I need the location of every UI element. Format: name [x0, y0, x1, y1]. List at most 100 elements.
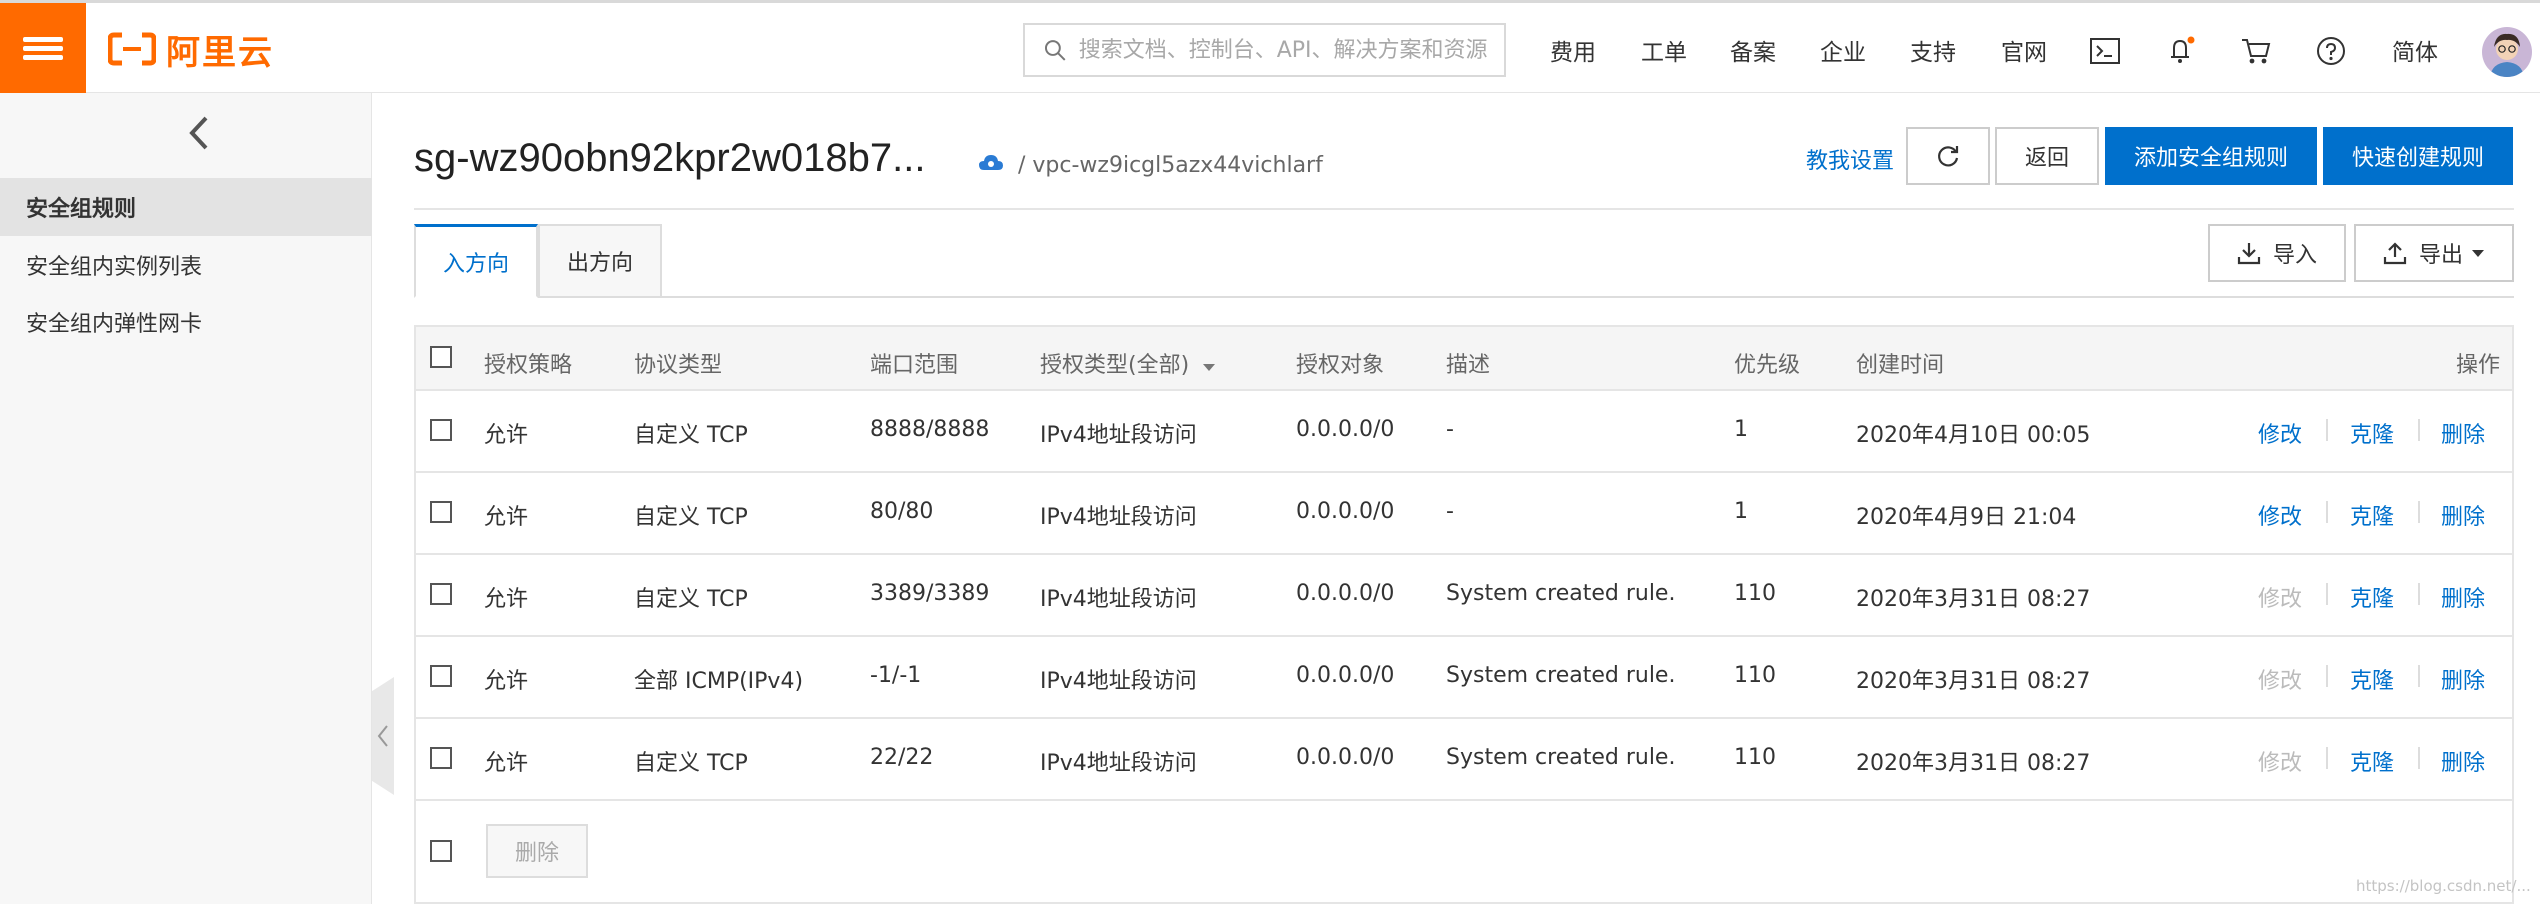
- logo-text: 阿里云: [166, 32, 274, 73]
- cell-policy: 允许: [484, 505, 529, 530]
- edit-rule-link[interactable]: 修改: [2258, 417, 2302, 449]
- bell-icon[interactable]: [2163, 33, 2199, 69]
- clone-rule-link[interactable]: 克隆: [2350, 499, 2394, 531]
- cell-policy: 允许: [484, 423, 529, 448]
- delete-rule-link[interactable]: 删除: [2441, 499, 2485, 531]
- cell-created: 2020年3月31日 08:27: [1856, 669, 2091, 694]
- cell-protocol: 自定义 TCP: [634, 423, 748, 448]
- nav-official-site[interactable]: 官网: [2001, 3, 2047, 96]
- hamburger-icon: [23, 33, 63, 64]
- action-separator: [2326, 419, 2328, 441]
- table-row: 允许 自定义 TCP 3389/3389 IPv4地址段访问 0.0.0.0/0 Syst…: [416, 555, 2512, 637]
- search-input[interactable]: [1078, 37, 1504, 63]
- edit-rule-link: 修改: [2258, 751, 2303, 776]
- col-created: 创建时间: [1856, 353, 1945, 378]
- cell-auth-obj: 0.0.0.0/0: [1296, 581, 1395, 606]
- action-separator: [2418, 583, 2420, 605]
- download-icon: [2237, 243, 2261, 265]
- cell-protocol: 自定义 TCP: [634, 505, 748, 530]
- cell-port: 22/22: [870, 745, 934, 770]
- nav-fees[interactable]: 费用: [1550, 3, 1596, 96]
- export-dropdown-button[interactable]: 导出: [2354, 224, 2514, 282]
- cell-protocol: 自定义 TCP: [634, 751, 748, 776]
- watermark: https://blog.csdn.net/...: [2356, 877, 2531, 895]
- cell-auth-type: IPv4地址段访问: [1040, 423, 1197, 448]
- sidebar-item-rules[interactable]: 安全组规则: [0, 178, 372, 236]
- nav-support[interactable]: 支持: [1910, 3, 1956, 96]
- delete-rule-link[interactable]: 删除: [2441, 581, 2485, 613]
- import-button[interactable]: 导入: [2208, 224, 2346, 282]
- cell-desc: -: [1446, 499, 1454, 524]
- row-checkbox[interactable]: [430, 419, 452, 441]
- cell-created: 2020年3月31日 08:27: [1856, 587, 2091, 612]
- sidebar-item-instances[interactable]: 安全组内实例列表: [0, 236, 372, 294]
- cell-protocol: 全部 ICMP(IPv4): [634, 669, 804, 694]
- cell-desc: -: [1446, 417, 1454, 442]
- row-checkbox[interactable]: [430, 665, 452, 687]
- tabs-baseline: [414, 296, 2514, 298]
- cell-port: -1/-1: [870, 663, 922, 688]
- action-separator: [2418, 501, 2420, 523]
- aliyun-logo[interactable]: 阿里云: [108, 29, 274, 73]
- vpc-id-link[interactable]: / vpc-wz9icgl5azx44vichlarf: [1018, 153, 1323, 178]
- chevron-left-icon: [189, 116, 208, 150]
- menu-hamburger-button[interactable]: [0, 3, 86, 93]
- cart-icon[interactable]: [2238, 33, 2274, 69]
- select-all-checkbox[interactable]: [430, 346, 452, 368]
- cell-port: 80/80: [870, 499, 934, 524]
- tab-outbound[interactable]: 出方向: [538, 224, 662, 298]
- edit-rule-link[interactable]: 修改: [2258, 499, 2302, 531]
- clone-rule-link[interactable]: 克隆: [2350, 745, 2394, 777]
- delete-rule-link[interactable]: 删除: [2441, 663, 2485, 695]
- back-button[interactable]: 返回: [1995, 127, 2099, 185]
- cell-desc: System created rule.: [1446, 663, 1676, 688]
- user-avatar[interactable]: [2482, 27, 2532, 77]
- delete-rule-link[interactable]: 删除: [2441, 745, 2485, 777]
- cell-priority: 110: [1734, 745, 1776, 770]
- row-checkbox[interactable]: [430, 747, 452, 769]
- page-title: sg-wz90obn92kpr2w018b7...: [414, 136, 926, 180]
- row-checkbox[interactable]: [430, 501, 452, 523]
- bulk-delete-button[interactable]: 删除: [486, 824, 588, 878]
- clone-rule-link[interactable]: 克隆: [2350, 417, 2394, 449]
- cell-priority: 1: [1734, 417, 1748, 442]
- rules-table: 授权策略 协议类型 端口范围 授权类型(全部) 授权对象 描述 优先级 创建时间…: [414, 325, 2514, 904]
- clone-rule-link[interactable]: 克隆: [2350, 581, 2394, 613]
- cloud-icon[interactable]: [978, 153, 1004, 173]
- global-search-box[interactable]: [1023, 23, 1506, 77]
- sidebar-back-button[interactable]: [180, 113, 220, 153]
- language-switch[interactable]: 简体: [2392, 3, 2438, 96]
- cell-auth-obj: 0.0.0.0/0: [1296, 663, 1395, 688]
- col-policy: 授权策略: [484, 353, 573, 378]
- table-header: 授权策略 协议类型 端口范围 授权类型(全部) 授权对象 描述 优先级 创建时间…: [416, 327, 2512, 391]
- help-icon[interactable]: [2313, 33, 2349, 69]
- col-auth-object: 授权对象: [1296, 353, 1385, 378]
- action-separator: [2326, 747, 2328, 769]
- cell-policy: 允许: [484, 587, 529, 612]
- clone-rule-link[interactable]: 克隆: [2350, 663, 2394, 695]
- cell-auth-obj: 0.0.0.0/0: [1296, 745, 1395, 770]
- nav-icp[interactable]: 备案: [1730, 3, 1776, 96]
- action-separator: [2326, 665, 2328, 687]
- bulk-select-checkbox[interactable]: [430, 840, 452, 862]
- nav-ticket[interactable]: 工单: [1641, 3, 1687, 96]
- sidebar-item-eni[interactable]: 安全组内弹性网卡: [0, 293, 372, 351]
- col-auth-type-filter[interactable]: 授权类型(全部): [1040, 347, 1216, 379]
- nav-enterprise[interactable]: 企业: [1820, 3, 1866, 96]
- title-divider: [414, 208, 2514, 210]
- col-priority: 优先级: [1734, 353, 1801, 378]
- add-rule-button[interactable]: 添加安全组规则: [2105, 127, 2317, 185]
- action-separator: [2418, 665, 2420, 687]
- row-checkbox[interactable]: [430, 583, 452, 605]
- sidebar-collapse-handle[interactable]: [372, 677, 394, 795]
- cell-desc: System created rule.: [1446, 581, 1676, 606]
- terminal-icon[interactable]: [2087, 33, 2123, 69]
- quick-create-rule-button[interactable]: 快速创建规则: [2323, 127, 2513, 185]
- chevron-left-icon: [377, 725, 388, 747]
- refresh-button[interactable]: [1906, 127, 1990, 185]
- delete-rule-link[interactable]: 删除: [2441, 417, 2485, 449]
- cell-desc: System created rule.: [1446, 745, 1676, 770]
- edit-rule-link: 修改: [2258, 669, 2303, 694]
- teach-me-link[interactable]: 教我设置: [1806, 143, 1894, 175]
- tab-inbound[interactable]: 入方向: [414, 224, 538, 298]
